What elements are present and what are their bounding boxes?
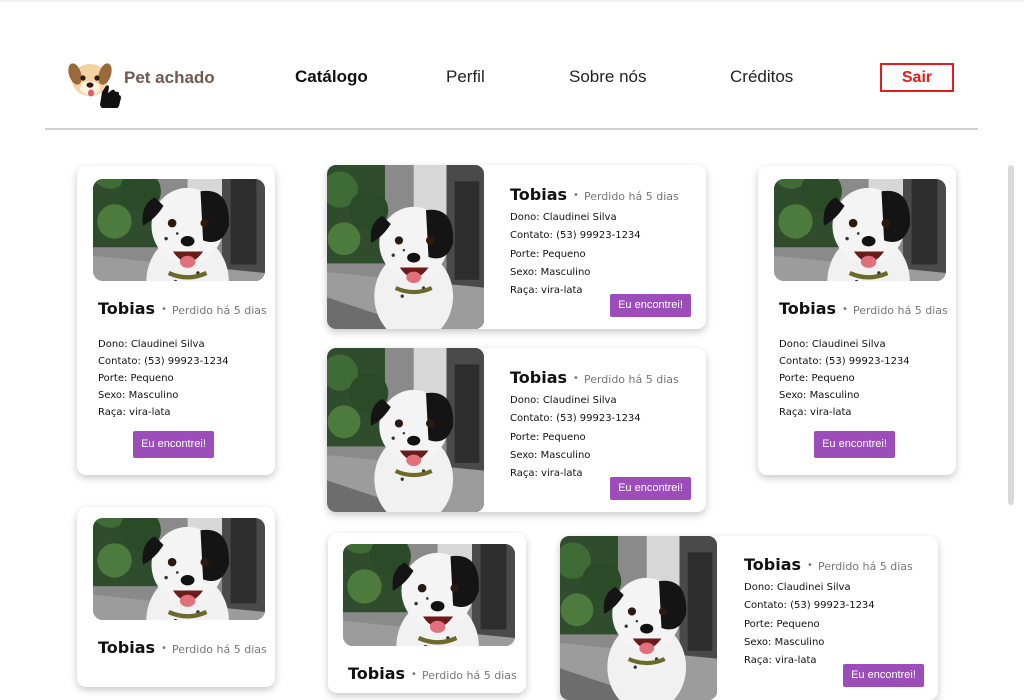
top-navigation: Pet achado Catálogo Perfil Sobre nós Cré… [0, 0, 1024, 130]
found-button[interactable]: Eu encontrei! [814, 431, 895, 458]
pet-card: Tobias • Perdido há 5 dias Dono: Claudinei… [758, 166, 956, 475]
size-text: Porte: Pequeno [510, 431, 586, 443]
separator-dot: • [807, 560, 813, 571]
separator-dot: • [573, 190, 579, 201]
pet-photo [327, 348, 484, 512]
size-text: Porte: Pequeno [98, 373, 174, 384]
pet-card-horizontal: Tobias • Perdido há 5 dias Dono: Claudinei… [327, 165, 706, 329]
pet-photo [560, 536, 717, 700]
header-divider [45, 128, 978, 130]
owner-text: Dono: Claudinei Silva [98, 339, 205, 350]
pet-status: Perdido há 5 dias [171, 643, 267, 656]
sex-text: Sexo: Masculino [98, 390, 179, 401]
sex-text: Sexo: Masculino [510, 449, 591, 461]
pet-photo [343, 544, 515, 646]
size-text: Porte: Pequeno [744, 618, 820, 630]
contact-text: Contato: (53) 99923-1234 [510, 230, 641, 242]
pet-status: Perdido há 5 dias [852, 304, 948, 317]
found-button[interactable]: Eu encontrei! [610, 477, 691, 500]
pet-info: Dono: Claudinei Silva Contato: (53) 9992… [744, 579, 875, 670]
pet-info: Dono: Claudinei Silva Contato: (53) 9992… [98, 336, 229, 421]
contact-text: Contato: (53) 99923-1234 [510, 413, 641, 425]
pet-photo [327, 165, 484, 329]
nav-catalogo[interactable]: Catálogo [295, 67, 368, 87]
pet-status: Perdido há 5 dias [583, 190, 679, 203]
nav-perfil[interactable]: Perfil [446, 67, 485, 87]
pet-info: Dono: Claudinei Silva Contato: (53) 9992… [779, 336, 910, 421]
nav-creditos[interactable]: Créditos [730, 67, 793, 87]
pet-card: Tobias • Perdido há 5 dias Dono: Claudinei… [77, 166, 275, 475]
pet-status: Perdido há 5 dias [171, 304, 267, 317]
owner-text: Dono: Claudinei Silva [510, 212, 617, 223]
pet-card: Tobias • Perdido há 5 dias [77, 507, 275, 687]
breed-text: Raça: vira-lata [98, 407, 171, 418]
pet-name: Tobias [744, 555, 802, 574]
pet-name: Tobias [779, 299, 837, 318]
separator-dot: • [161, 643, 167, 654]
sex-text: Sexo: Masculino [779, 390, 860, 401]
pet-card-horizontal: Tobias • Perdido há 5 dias Dono: Claudinei… [560, 536, 938, 700]
pet-title-row: Tobias • Perdido há 5 dias [510, 185, 679, 204]
breed-text: Raça: vira-lata [779, 407, 852, 418]
pet-name: Tobias [510, 185, 568, 204]
sex-text: Sexo: Masculino [510, 266, 591, 278]
contact-text: Contato: (53) 99923-1234 [779, 356, 910, 367]
dog-hand-logo-icon[interactable] [68, 58, 122, 110]
size-text: Porte: Pequeno [510, 248, 586, 260]
found-button[interactable]: Eu encontrei! [610, 294, 691, 317]
brand-name[interactable]: Pet achado [124, 68, 215, 88]
pet-card-horizontal: Tobias • Perdido há 5 dias Dono: Claudinei… [327, 348, 706, 512]
pet-title-row: Tobias • Perdido há 5 dias [779, 299, 948, 318]
pet-info: Dono: Claudinei Silva Contato: (53) 9992… [510, 209, 641, 300]
pet-status: Perdido há 5 dias [583, 373, 679, 386]
pet-title-row: Tobias • Perdido há 5 dias [348, 664, 517, 683]
pet-photo [774, 179, 946, 281]
separator-dot: • [161, 304, 167, 315]
found-button[interactable]: Eu encontrei! [843, 664, 924, 687]
pet-status: Perdido há 5 dias [421, 669, 517, 682]
logout-button[interactable]: Sair [880, 63, 954, 92]
nav-sobre-nos[interactable]: Sobre nós [569, 67, 647, 87]
pet-title-row: Tobias • Perdido há 5 dias [510, 368, 679, 387]
separator-dot: • [842, 304, 848, 315]
owner-text: Dono: Claudinei Silva [779, 339, 886, 350]
pet-title-row: Tobias • Perdido há 5 dias [744, 555, 913, 574]
pet-status: Perdido há 5 dias [817, 560, 913, 573]
owner-text: Dono: Claudinei Silva [744, 582, 851, 593]
pet-name: Tobias [348, 664, 406, 683]
pet-card: Tobias • Perdido há 5 dias [328, 533, 526, 693]
pet-photo [93, 518, 265, 620]
contact-text: Contato: (53) 99923-1234 [744, 600, 875, 612]
pet-title-row: Tobias • Perdido há 5 dias [98, 638, 267, 657]
found-button[interactable]: Eu encontrei! [133, 431, 214, 458]
pet-name: Tobias [98, 638, 156, 657]
separator-dot: • [411, 669, 417, 680]
size-text: Porte: Pequeno [779, 373, 855, 384]
pet-photo [93, 179, 265, 281]
sex-text: Sexo: Masculino [744, 636, 825, 648]
owner-text: Dono: Claudinei Silva [510, 395, 617, 406]
contact-text: Contato: (53) 99923-1234 [98, 356, 229, 367]
pet-title-row: Tobias • Perdido há 5 dias [98, 299, 267, 318]
pet-info: Dono: Claudinei Silva Contato: (53) 9992… [510, 392, 641, 483]
separator-dot: • [573, 373, 579, 384]
pet-name: Tobias [98, 299, 156, 318]
pet-name: Tobias [510, 368, 568, 387]
vertical-scrollbar[interactable] [1008, 165, 1014, 505]
